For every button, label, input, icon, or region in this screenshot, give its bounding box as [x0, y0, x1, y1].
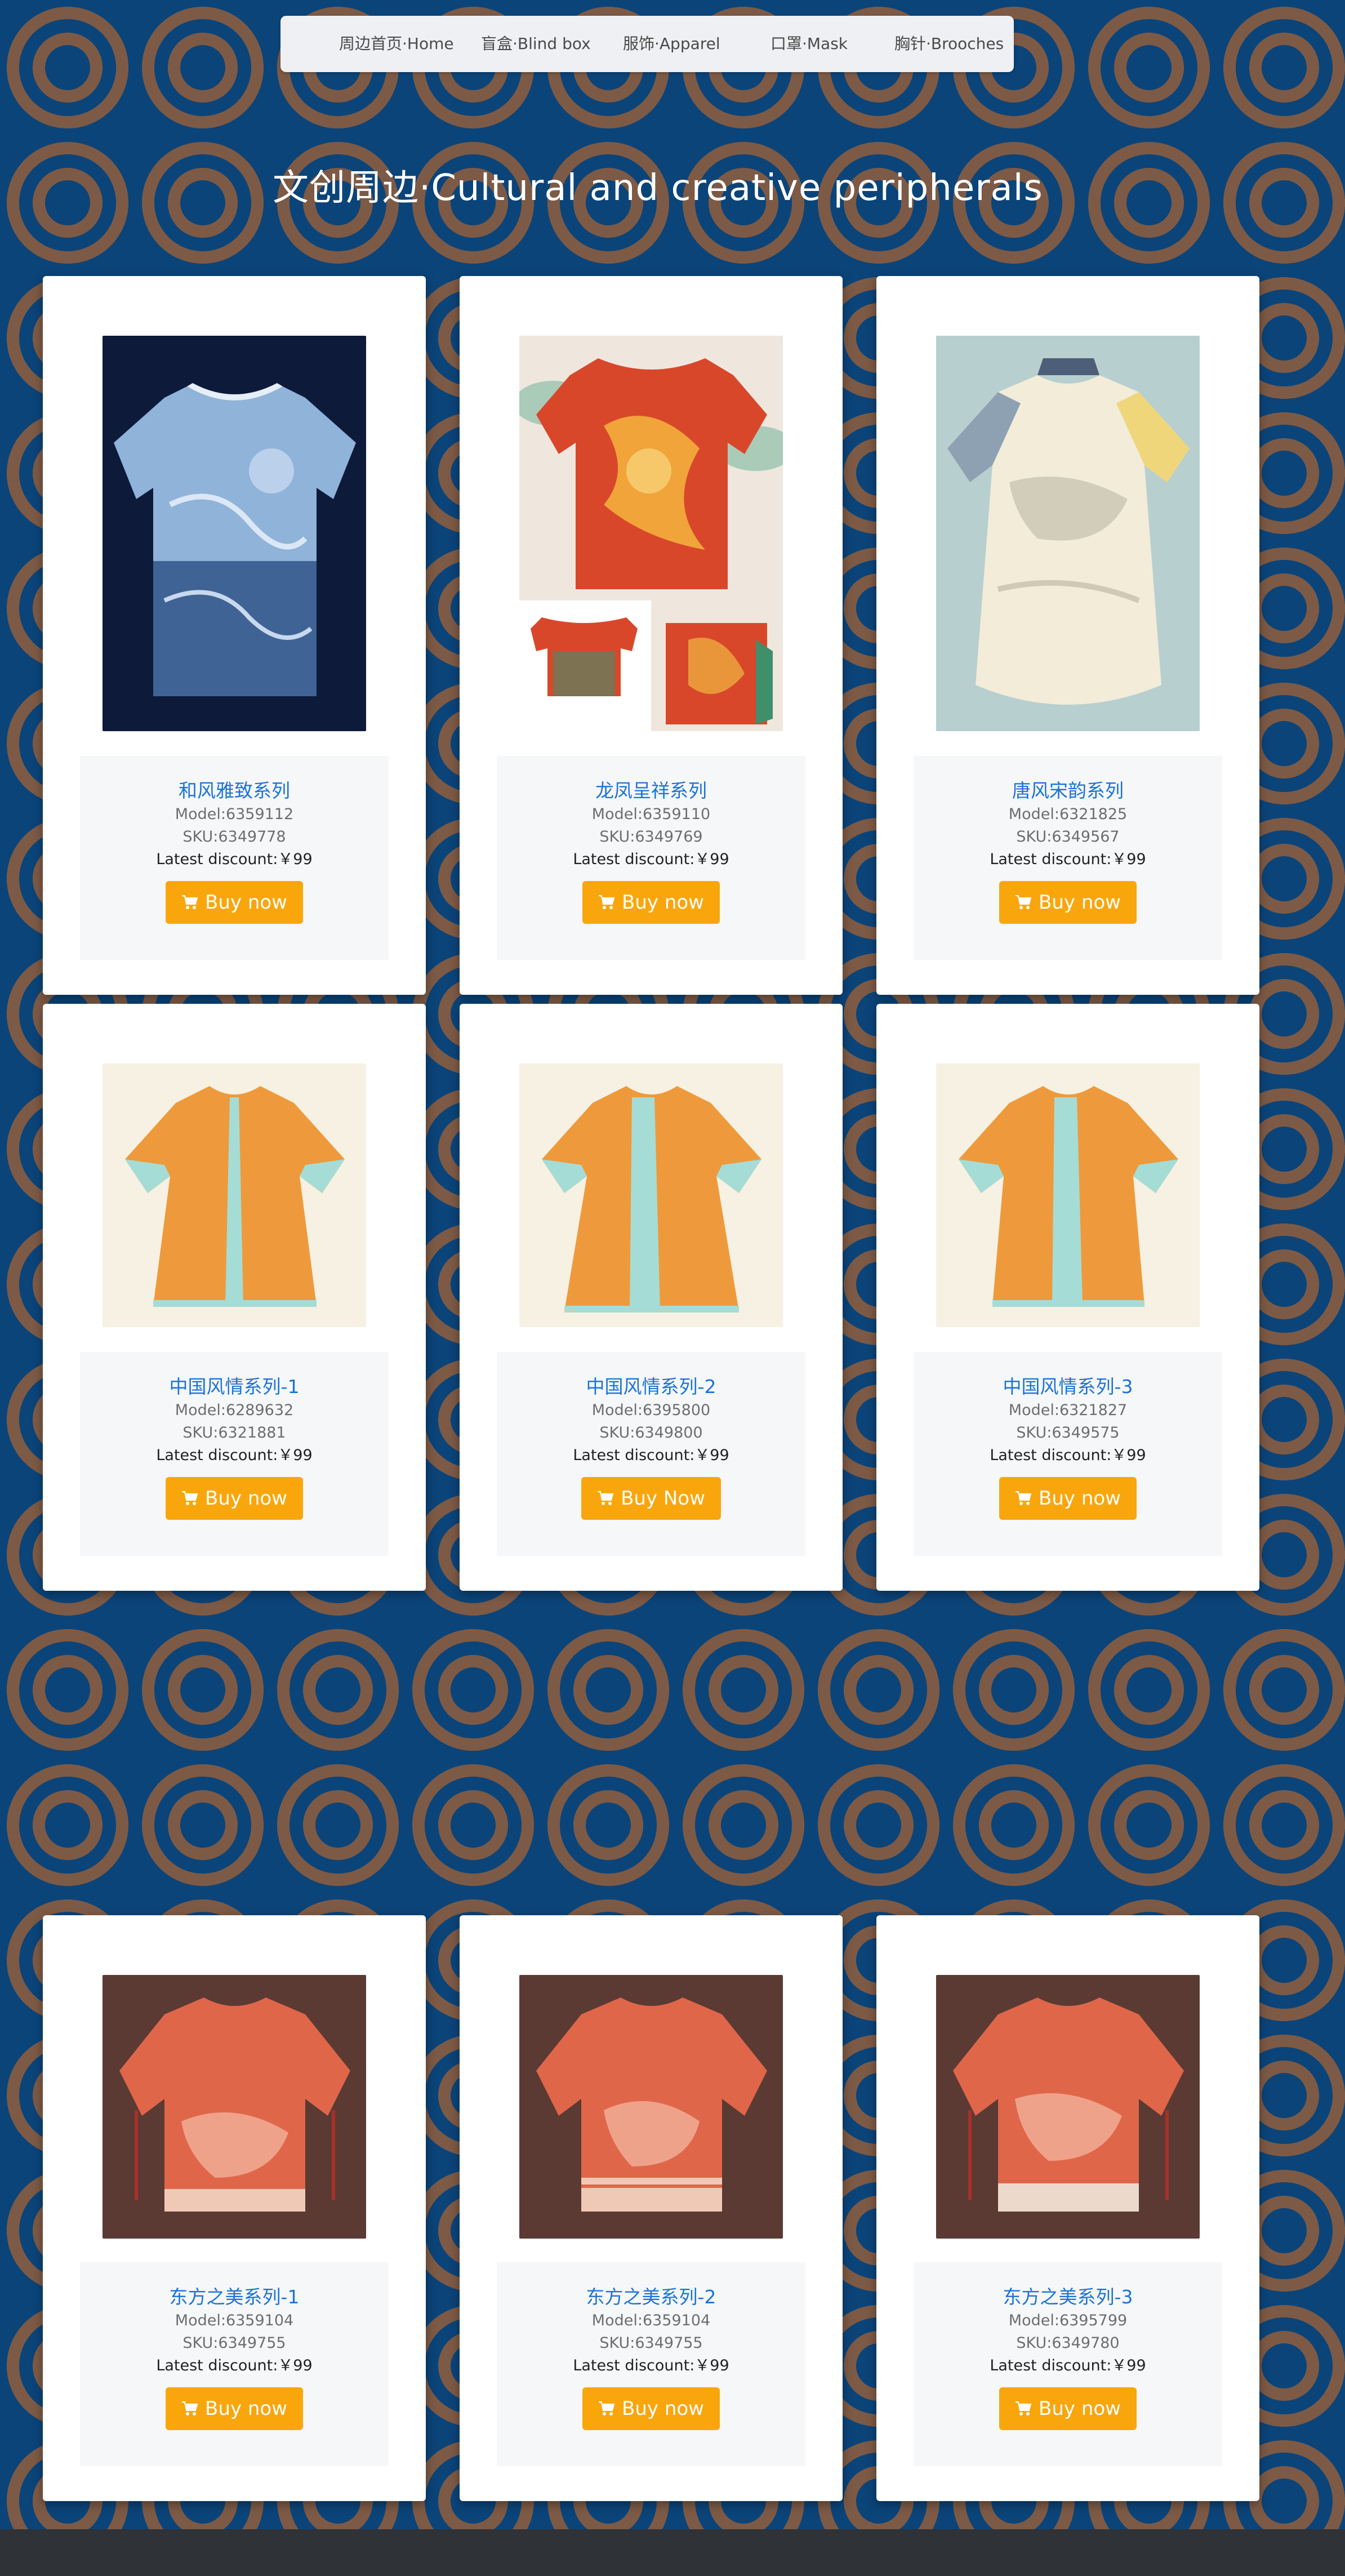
red-robe-image[interactable] [936, 1975, 1200, 2239]
product-info: 中国风情系列-2 Model:6395800 SKU:6349800 Lates… [497, 1352, 805, 1556]
product-card: 龙凤呈祥系列 Model:6359110 SKU:6349769 Latest … [460, 276, 843, 995]
cart-icon [598, 1491, 614, 1505]
product-card: 中国风情系列-2 Model:6395800 SKU:6349800 Lates… [460, 1004, 843, 1591]
product-card: 东方之美系列-2 Model:6359104 SKU:6349755 Lates… [460, 1915, 843, 2501]
buy-now-label: Buy Now [621, 1487, 705, 1510]
product-model: Model:6359112 [175, 806, 294, 823]
buy-now-button[interactable]: Buy now [582, 2387, 720, 2430]
buy-now-button[interactable]: Buy now [999, 881, 1137, 924]
product-sku: SKU:6349567 [1016, 828, 1120, 846]
nav-item-blind-box[interactable]: 盲盒·Blind box [481, 16, 591, 72]
product-info: 龙凤呈祥系列 Model:6359110 SKU:6349769 Latest … [497, 756, 805, 960]
product-title[interactable]: 中国风情系列-3 [914, 1374, 1222, 1399]
orange-robe-image[interactable] [519, 1064, 783, 1327]
product-discount: Latest discount:￥99 [990, 851, 1146, 868]
buy-now-label: Buy now [1039, 1487, 1121, 1510]
product-model: Model:6321825 [1008, 806, 1128, 823]
product-title[interactable]: 东方之美系列-3 [914, 2285, 1222, 2310]
product-card: 中国风情系列-1 Model:6289632 SKU:6321881 Lates… [43, 1004, 426, 1591]
product-discount: Latest discount:￥99 [573, 2357, 729, 2374]
product-model: Model:6395800 [591, 1402, 711, 1419]
product-discount: Latest discount:￥99 [573, 851, 729, 868]
page-title: 文创周边·Cultural and creative peripherals [273, 167, 1043, 209]
footer-bar [0, 2529, 1345, 2576]
product-sku: SKU:6349778 [182, 828, 286, 846]
product-info: 和风雅致系列 Model:6359112 SKU:6349778 Latest … [80, 756, 389, 960]
product-info: 唐风宋韵系列 Model:6321825 SKU:6349567 Latest … [914, 756, 1222, 960]
product-model: Model:6289632 [175, 1402, 294, 1419]
cart-icon [1016, 895, 1032, 909]
product-info: 东方之美系列-2 Model:6359104 SKU:6349755 Lates… [497, 2262, 805, 2466]
red-robe-image[interactable] [519, 1975, 783, 2239]
buy-now-label: Buy now [205, 2397, 287, 2420]
product-info: 东方之美系列-1 Model:6359104 SKU:6349755 Lates… [80, 2262, 389, 2466]
product-discount: Latest discount:￥99 [156, 851, 313, 868]
product-info: 东方之美系列-3 Model:6395799 SKU:6349780 Lates… [914, 2262, 1222, 2466]
nav-item-apparel[interactable]: 服饰·Apparel [623, 16, 720, 72]
product-info: 中国风情系列-1 Model:6289632 SKU:6321881 Lates… [80, 1352, 389, 1556]
buy-now-button[interactable]: Buy now [166, 2387, 303, 2430]
buy-now-button[interactable]: Buy now [999, 1477, 1137, 1520]
product-title[interactable]: 东方之美系列-1 [80, 2285, 389, 2310]
product-sku: SKU:6349575 [1016, 1424, 1120, 1442]
product-sku: SKU:6321881 [182, 1424, 286, 1442]
nav-item-mask[interactable]: 口罩·Mask [771, 16, 848, 72]
product-title[interactable]: 唐风宋韵系列 [914, 778, 1222, 803]
pale-robe-image[interactable] [936, 336, 1200, 731]
product-sku: SKU:6349800 [599, 1424, 703, 1442]
product-card: 东方之美系列-3 Model:6395799 SKU:6349780 Lates… [876, 1915, 1259, 2501]
product-title[interactable]: 龙凤呈祥系列 [497, 778, 805, 803]
nav-item-home[interactable]: 周边首页·Home [339, 16, 454, 72]
nav-item-brooches[interactable]: 胸针·Brooches [894, 16, 1004, 72]
product-discount: Latest discount:￥99 [990, 1447, 1146, 1464]
product-title[interactable]: 和风雅致系列 [80, 778, 389, 803]
blue-tshirt-image[interactable] [103, 336, 366, 731]
buy-now-button[interactable]: Buy now [999, 2387, 1137, 2430]
product-model: Model:6359104 [591, 2312, 711, 2329]
product-title[interactable]: 中国风情系列-1 [80, 1374, 389, 1399]
product-model: Model:6321827 [1008, 1402, 1128, 1419]
cart-icon [1016, 2401, 1032, 2415]
product-title[interactable]: 东方之美系列-2 [497, 2285, 805, 2310]
buy-now-label: Buy now [622, 2397, 704, 2420]
cart-icon [599, 895, 615, 909]
product-discount: Latest discount:￥99 [990, 2357, 1146, 2374]
product-sku: SKU:6349755 [599, 2334, 703, 2352]
red-robe-image[interactable] [103, 1975, 366, 2239]
top-nav: 周边首页·Home 盲盒·Blind box 服饰·Apparel 口罩·Mas… [280, 16, 1014, 72]
buy-now-button[interactable]: Buy now [166, 1477, 303, 1520]
product-discount: Latest discount:￥99 [573, 1447, 729, 1464]
buy-now-button[interactable]: Buy now [166, 881, 303, 924]
buy-now-label: Buy now [622, 891, 704, 914]
product-card: 中国风情系列-3 Model:6321827 SKU:6349575 Lates… [876, 1004, 1259, 1591]
cart-icon [182, 2401, 198, 2415]
product-model: Model:6359110 [591, 806, 711, 823]
cart-icon [599, 2401, 615, 2415]
cart-icon [182, 895, 198, 909]
product-card: 和风雅致系列 Model:6359112 SKU:6349778 Latest … [43, 276, 426, 995]
buy-now-button[interactable]: Buy now [582, 881, 720, 924]
red-dragon-tshirt-image[interactable] [519, 336, 783, 731]
product-sku: SKU:6349769 [599, 828, 703, 846]
orange-robe-image[interactable] [936, 1064, 1200, 1327]
orange-robe-image[interactable] [103, 1064, 366, 1327]
product-sku: SKU:6349755 [182, 2334, 286, 2352]
product-card: 东方之美系列-1 Model:6359104 SKU:6349755 Lates… [43, 1915, 426, 2501]
product-card: 唐风宋韵系列 Model:6321825 SKU:6349567 Latest … [876, 276, 1259, 995]
product-title[interactable]: 中国风情系列-2 [497, 1374, 805, 1399]
product-discount: Latest discount:￥99 [156, 2357, 313, 2374]
product-info: 中国风情系列-3 Model:6321827 SKU:6349575 Lates… [914, 1352, 1222, 1556]
buy-now-label: Buy now [205, 891, 287, 914]
cart-icon [1016, 1491, 1032, 1505]
cart-icon [182, 1491, 198, 1505]
buy-now-label: Buy now [1039, 2397, 1121, 2420]
buy-now-label: Buy now [205, 1487, 287, 1510]
product-model: Model:6395799 [1008, 2312, 1128, 2329]
product-sku: SKU:6349780 [1016, 2334, 1120, 2352]
product-model: Model:6359104 [175, 2312, 294, 2329]
buy-now-label: Buy now [1039, 891, 1121, 914]
buy-now-button[interactable]: Buy Now [581, 1477, 721, 1520]
product-discount: Latest discount:￥99 [156, 1447, 313, 1464]
